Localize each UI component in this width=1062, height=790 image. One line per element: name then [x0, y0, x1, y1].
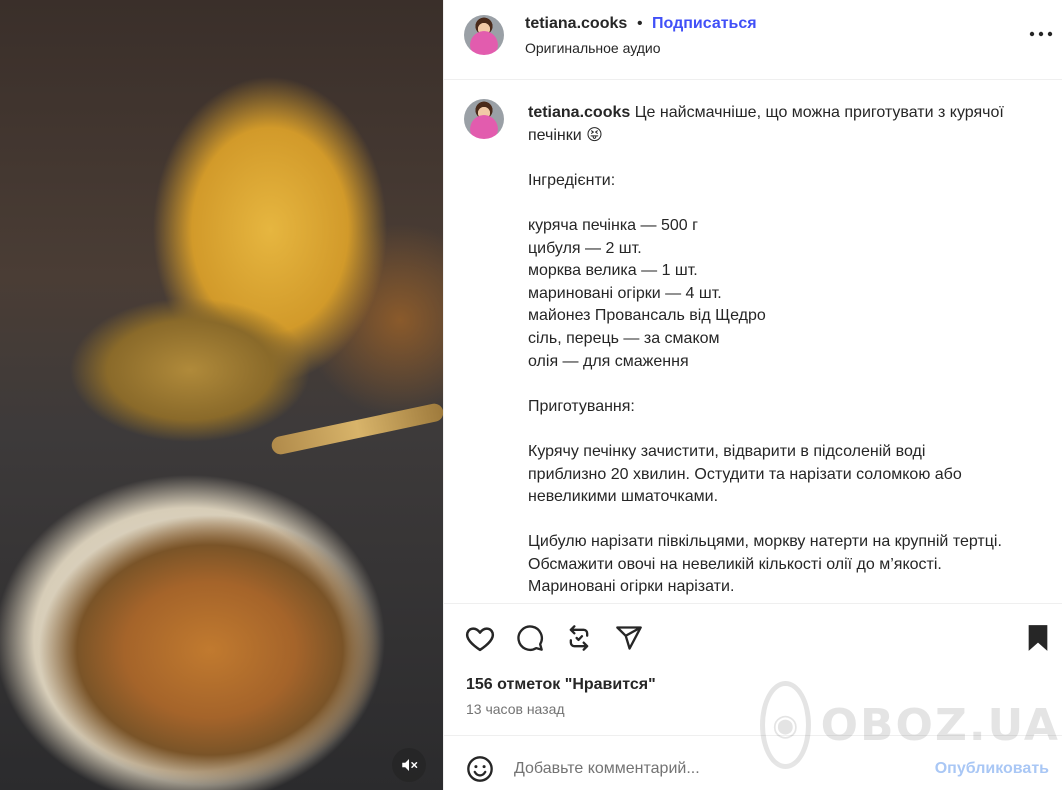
post-timestamp[interactable]: 13 часов назад [466, 701, 565, 717]
likes-count[interactable]: 156 отметок "Нравится" [466, 676, 656, 694]
post-side-panel: tetiana.cooks • Подписаться Оригинальное… [443, 0, 1062, 790]
heart-icon [465, 627, 495, 652]
audio-link[interactable]: Оригинальное аудио [525, 40, 661, 56]
repost-button[interactable] [563, 622, 595, 654]
muted-speaker-icon [402, 759, 418, 771]
comment-icon [517, 625, 543, 651]
caption-scroll-area[interactable]: tetiana.cooks Це найсмачніше, що можна п… [444, 81, 1062, 604]
caption-username[interactable]: tetiana.cooks [528, 104, 630, 121]
mute-toggle-button[interactable] [392, 748, 426, 782]
caption-author-avatar[interactable] [464, 99, 504, 139]
action-bar [444, 620, 1062, 660]
caption-text: Це найсмачніше, що можна приготувати з к… [528, 104, 1004, 596]
comment-button[interactable] [514, 622, 546, 654]
share-button[interactable] [613, 622, 645, 654]
post-caption: tetiana.cooks Це найсмачніше, що можна п… [528, 102, 1008, 599]
follow-button[interactable]: Подписаться [652, 15, 757, 33]
comment-bar: Опубликовать [444, 735, 1062, 790]
post-header: tetiana.cooks • Подписаться Оригинальное… [444, 0, 1062, 80]
save-button[interactable] [1022, 622, 1054, 654]
more-options-button[interactable] [1027, 22, 1055, 46]
emoji-button[interactable] [464, 753, 496, 785]
share-icon [616, 626, 642, 650]
author-username[interactable]: tetiana.cooks [525, 15, 627, 33]
comment-input[interactable] [514, 755, 914, 783]
plate-of-salad [20, 500, 400, 790]
like-button[interactable] [464, 622, 496, 654]
repost-icon [569, 625, 589, 651]
header-separator: • [637, 15, 643, 32]
emoji-icon [467, 756, 493, 782]
author-avatar[interactable] [464, 15, 504, 55]
bookmark-icon [1028, 625, 1048, 651]
post-media-video[interactable] [0, 0, 443, 790]
publish-comment-button[interactable]: Опубликовать [935, 760, 1049, 778]
more-options-icon [1029, 31, 1053, 37]
